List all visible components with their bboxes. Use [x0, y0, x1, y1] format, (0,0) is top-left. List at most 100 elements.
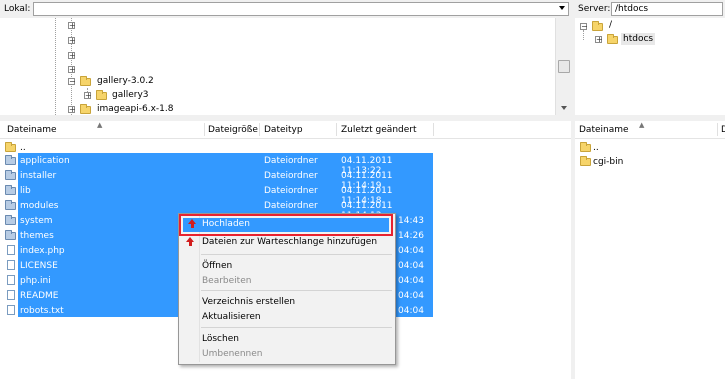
folder-icon	[5, 200, 16, 210]
folder-icon	[5, 185, 16, 195]
column-header-modified[interactable]: Zuletzt geändert	[341, 125, 417, 135]
tree-expander[interactable]: +	[68, 37, 76, 45]
table-row[interactable]: lib Dateiordner 04.11.2011 11:14:18	[0, 183, 433, 206]
file-name: ..	[20, 143, 26, 153]
folder-icon	[5, 142, 16, 152]
menu-item-upload[interactable]: Hochladen	[179, 214, 393, 236]
table-row[interactable]: modules Dateiordner 04.11.2011 11:14:13	[0, 198, 433, 221]
menu-item-create-directory[interactable]: Verzeichnis erstellen	[202, 297, 295, 307]
folder-icon	[580, 156, 591, 166]
local-path-bar: Lokal:	[0, 0, 571, 18]
file-name: index.php	[20, 246, 65, 256]
file-name: lib	[20, 186, 31, 196]
column-header-type[interactable]: Dateityp	[264, 125, 303, 135]
file-type: Dateiordner	[264, 186, 318, 196]
sort-ascending-icon: ▲	[97, 121, 103, 129]
folder-icon	[5, 155, 16, 165]
remote-directory-tree[interactable]: − / + htdocs	[575, 18, 725, 115]
tree-expander[interactable]: −	[68, 78, 76, 86]
sort-ascending-icon: ▲	[639, 121, 645, 129]
tree-item-label[interactable]: /	[609, 20, 612, 30]
file-name: application	[20, 156, 70, 166]
table-row[interactable]: installer Dateiordner 04.11.2011 11:14:1…	[0, 168, 433, 191]
file-name: php.ini	[20, 276, 51, 286]
menu-item-rename[interactable]: Umbenennen	[202, 349, 263, 359]
php-file-icon	[7, 245, 15, 255]
tree-expander[interactable]: +	[68, 106, 76, 114]
file-name: themes	[20, 231, 54, 241]
menu-item-refresh[interactable]: Aktualisieren	[202, 312, 261, 322]
folder-icon	[80, 104, 91, 114]
column-header-size[interactable]: D	[721, 125, 725, 135]
file-type: Dateiordner	[264, 201, 318, 211]
tree-item-label[interactable]: gallery3	[112, 90, 149, 100]
remote-path-value: /htdocs	[615, 4, 649, 14]
menu-item-add-to-queue[interactable]: Dateien zur Warteschlange hinzufügen	[179, 236, 393, 250]
settings-file-icon	[7, 275, 15, 285]
folder-icon	[580, 142, 591, 152]
tree-expander[interactable]: +	[68, 22, 76, 30]
file-name: ..	[593, 143, 599, 153]
scrollbar-thumb[interactable]	[558, 60, 570, 73]
folder-icon	[5, 230, 16, 240]
menu-item-label: Hochladen	[202, 219, 250, 229]
remote-list-header: Dateiname ▲ D	[575, 121, 725, 139]
file-name: modules	[20, 201, 59, 211]
file-modified: 04:04	[398, 276, 424, 286]
file-name: robots.txt	[20, 306, 64, 316]
scroll-down-icon[interactable]	[561, 106, 567, 110]
local-path-label: Lokal:	[4, 4, 31, 14]
file-name: README	[20, 291, 59, 301]
tree-expander[interactable]: −	[580, 23, 588, 31]
file-modified: 04:04	[398, 291, 424, 301]
file-name: system	[20, 216, 53, 226]
menu-item-delete[interactable]: Löschen	[202, 334, 239, 344]
menu-separator	[201, 327, 392, 328]
local-path-combobox[interactable]	[33, 2, 569, 16]
tree-expander[interactable]: +	[84, 92, 92, 100]
remote-file-list[interactable]: Dateiname ▲ D .. cgi-bin	[575, 121, 725, 379]
file-icon	[7, 290, 15, 300]
file-modified: 14:26	[398, 231, 424, 241]
menu-separator	[201, 290, 392, 291]
tree-item-label[interactable]: htdocs	[621, 33, 656, 45]
upload-arrow-stem	[191, 224, 194, 228]
column-header-size[interactable]: Dateigröße	[208, 125, 258, 135]
menu-item-label: Dateien zur Warteschlange hinzufügen	[202, 237, 378, 247]
list-item[interactable]: cgi-bin	[575, 154, 725, 169]
file-modified: 04:04	[398, 306, 424, 316]
remote-path-label: Server:	[578, 4, 611, 14]
tree-expander[interactable]: +	[595, 36, 603, 44]
column-header-name[interactable]: Dateiname	[7, 125, 57, 135]
file-icon	[7, 305, 15, 315]
table-row[interactable]: application Dateiordner 04.11.2011 11:13…	[0, 153, 433, 176]
file-modified: 04:04	[398, 246, 424, 256]
file-name: LICENSE	[20, 261, 58, 271]
chevron-down-icon[interactable]	[559, 6, 565, 10]
file-type: Dateiordner	[264, 171, 318, 181]
file-name: cgi-bin	[593, 157, 624, 167]
local-tree-scrollbar[interactable]	[555, 18, 571, 115]
column-header-name[interactable]: Dateiname	[579, 125, 629, 135]
file-type: Dateiordner	[264, 156, 318, 166]
local-list-header: Dateiname ▲ Dateigröße Dateityp Zuletzt …	[0, 121, 571, 139]
context-menu: Hochladen Dateien zur Warteschlange hinz…	[178, 213, 396, 365]
folder-icon	[592, 21, 603, 31]
tree-expander[interactable]: +	[68, 52, 76, 60]
local-directory-tree[interactable]: + + + + − gallery-3.0.2 + gallery3 + ima…	[0, 18, 571, 115]
folder-icon	[5, 215, 16, 225]
folder-icon	[5, 170, 16, 180]
remote-path-bar: Server: /htdocs	[575, 0, 725, 18]
file-modified: 04:04	[398, 261, 424, 271]
menu-item-open[interactable]: Öffnen	[202, 261, 232, 271]
menu-item-edit[interactable]: Bearbeiten	[202, 276, 251, 286]
remote-path-combobox[interactable]: /htdocs	[611, 2, 723, 16]
folder-icon	[96, 90, 107, 100]
file-modified: 14:43	[398, 216, 424, 226]
menu-separator	[201, 254, 392, 255]
tree-item-label[interactable]: imageapi-6.x-1.8	[97, 104, 173, 114]
tree-expander[interactable]: +	[68, 66, 76, 74]
tree-item-label[interactable]: gallery-3.0.2	[97, 76, 154, 86]
file-name: installer	[20, 171, 57, 181]
list-item[interactable]: ..	[575, 140, 725, 155]
